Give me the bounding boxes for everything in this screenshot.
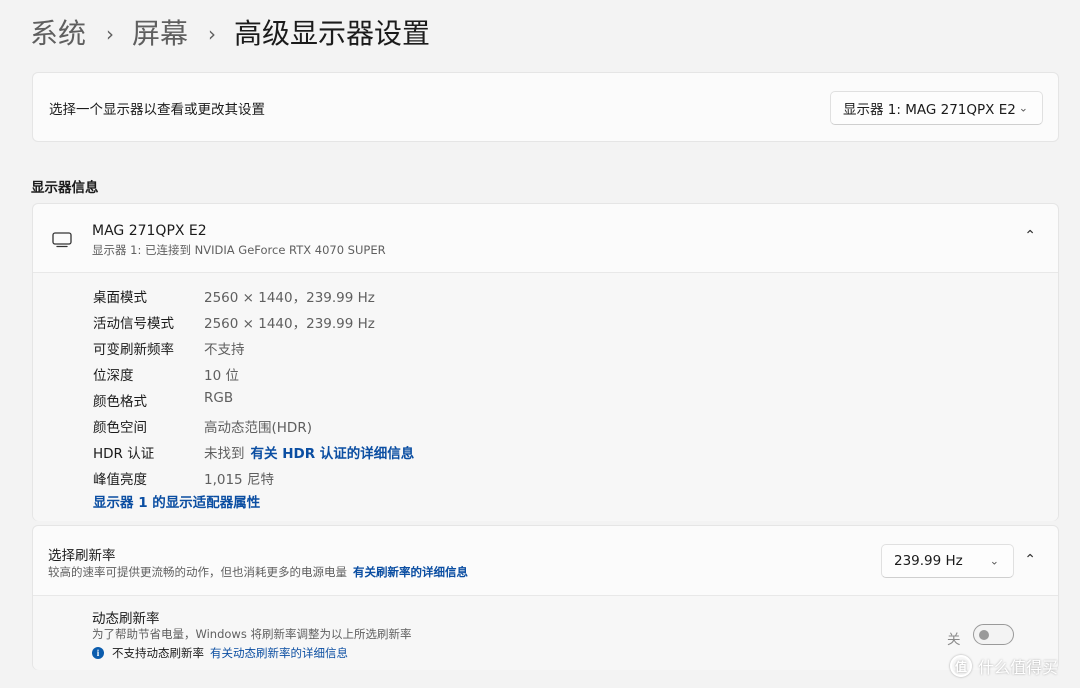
info-key: HDR 认证 — [93, 446, 155, 462]
info-row: 颜色空间 高动态范围(HDR) — [93, 416, 312, 436]
toggle-knob — [979, 630, 989, 640]
chevron-up-icon[interactable]: ⌃ — [1024, 228, 1036, 244]
info-value: 10 位 — [204, 368, 239, 384]
info-key: 可变刷新频率 — [93, 342, 174, 358]
toggle-state-label: 关 — [947, 632, 961, 648]
hdr-cert-link[interactable]: 有关 HDR 认证的详细信息 — [251, 442, 415, 462]
refresh-rate-title: 选择刷新率 — [48, 548, 116, 564]
monitor-select-dropdown[interactable]: 显示器 1: MAG 271QPX E2 ⌄ — [830, 91, 1043, 125]
info-row: 活动信号模式 2560 × 1440，239.99 Hz — [93, 312, 375, 332]
watermark: 值 什么值得买 — [950, 654, 1058, 678]
refresh-rate-header: 选择刷新率 较高的速率可提供更流畅的动作，但也消耗更多的电源电量 有关刷新率的详细… — [33, 526, 1058, 596]
info-row: 可变刷新频率 不支持 — [93, 338, 245, 358]
dynamic-refresh-note-text: 不支持动态刷新率 — [112, 646, 204, 660]
dynamic-refresh-toggle[interactable] — [973, 624, 1014, 645]
page-title: 高级显示器设置 — [234, 17, 431, 50]
display-info-body: 桌面模式 2560 × 1440，239.99 Hz 活动信号模式 2560 ×… — [33, 273, 1058, 521]
breadcrumb-system[interactable]: 系统 — [30, 14, 86, 54]
display-info-header[interactable]: MAG 271QPX E2 显示器 1: 已连接到 NVIDIA GeForce… — [33, 204, 1058, 273]
refresh-rate-value: 239.99 Hz — [894, 553, 963, 569]
refresh-rate-description-text: 较高的速率可提供更流畅的动作，但也消耗更多的电源电量 — [48, 565, 347, 579]
monitor-select-card: 选择一个显示器以查看或更改其设置 显示器 1: MAG 271QPX E2 ⌄ — [32, 72, 1059, 142]
info-key: 颜色格式 — [93, 394, 147, 410]
dynamic-refresh-link[interactable]: 有关动态刷新率的详细信息 — [210, 645, 348, 661]
info-key: 峰值亮度 — [93, 472, 147, 488]
chevron-down-icon: ⌄ — [989, 554, 999, 568]
chevron-right-icon: › — [106, 22, 115, 46]
info-key: 桌面模式 — [93, 290, 147, 306]
chevron-right-icon: › — [208, 22, 217, 46]
monitor-icon — [51, 228, 73, 250]
adapter-properties-link[interactable]: 显示器 1 的显示适配器属性 — [93, 491, 260, 511]
chevron-up-icon[interactable]: ⌃ — [1024, 552, 1036, 568]
info-row: HDR 认证 未找到 有关 HDR 认证的详细信息 — [93, 442, 414, 462]
breadcrumb-display[interactable]: 屏幕 — [132, 14, 188, 54]
dynamic-refresh-note: i 不支持动态刷新率 有关动态刷新率的详细信息 — [92, 645, 348, 661]
monitor-connection: 显示器 1: 已连接到 NVIDIA GeForce RTX 4070 SUPE… — [92, 243, 386, 257]
info-value: 2560 × 1440，239.99 Hz — [204, 316, 375, 332]
info-row: 峰值亮度 1,015 尼特 — [93, 468, 274, 488]
info-value: 1,015 尼特 — [204, 472, 274, 488]
monitor-select-label: 选择一个显示器以查看或更改其设置 — [49, 102, 265, 118]
dynamic-refresh-section: 动态刷新率 为了帮助节省电量，Windows 将刷新率调整为以上所选刷新率 i … — [33, 596, 1058, 670]
refresh-rate-description: 较高的速率可提供更流畅的动作，但也消耗更多的电源电量 有关刷新率的详细信息 — [48, 564, 468, 580]
info-value: 2560 × 1440，239.99 Hz — [204, 290, 375, 306]
info-value: 高动态范围(HDR) — [204, 420, 312, 436]
info-key: 颜色空间 — [93, 420, 147, 436]
refresh-rate-dropdown[interactable]: 239.99 Hz ⌄ — [881, 544, 1014, 578]
info-row: 桌面模式 2560 × 1440，239.99 Hz — [93, 286, 375, 306]
info-row: 位深度 10 位 — [93, 364, 239, 384]
refresh-rate-card: 选择刷新率 较高的速率可提供更流畅的动作，但也消耗更多的电源电量 有关刷新率的详细… — [32, 525, 1059, 670]
refresh-rate-link[interactable]: 有关刷新率的详细信息 — [353, 565, 468, 579]
info-value: 未找到 — [204, 446, 245, 462]
monitor-select-value: 显示器 1: MAG 271QPX E2 — [843, 102, 1016, 118]
info-value: 不支持 — [204, 342, 245, 358]
info-key: 活动信号模式 — [93, 316, 174, 332]
chevron-down-icon: ⌄ — [1018, 101, 1028, 115]
dynamic-refresh-description: 为了帮助节省电量，Windows 将刷新率调整为以上所选刷新率 — [92, 627, 412, 641]
info-value: RGB — [204, 390, 234, 406]
info-row: 颜色格式 RGB — [93, 390, 233, 410]
smzdm-logo-icon: 值 — [950, 655, 972, 677]
info-key: 位深度 — [93, 368, 134, 384]
display-info-card: MAG 271QPX E2 显示器 1: 已连接到 NVIDIA GeForce… — [32, 203, 1059, 521]
info-icon: i — [92, 647, 104, 659]
breadcrumb: 系统 › 屏幕 › 高级显示器设置 — [30, 14, 430, 54]
monitor-name: MAG 271QPX E2 — [92, 223, 207, 239]
section-title-display-info: 显示器信息 — [31, 180, 99, 196]
dynamic-refresh-title: 动态刷新率 — [92, 611, 160, 627]
watermark-text: 什么值得买 — [978, 658, 1059, 677]
